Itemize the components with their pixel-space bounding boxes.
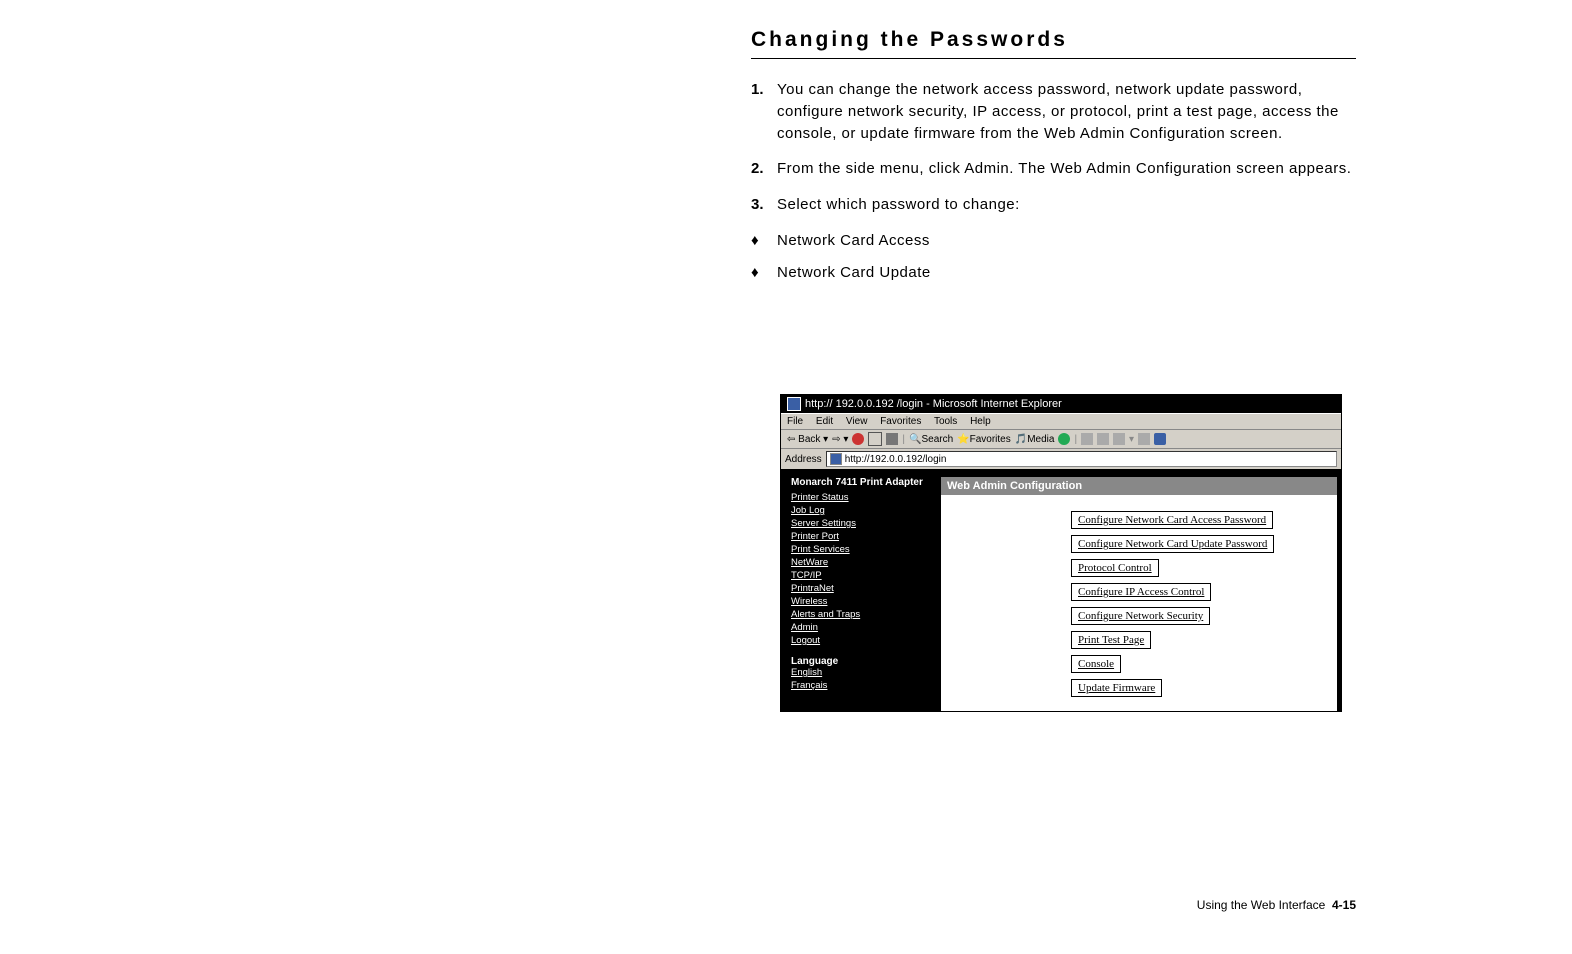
step-number: 2.: [751, 158, 777, 180]
bullet-item: ♦ Network Card Access: [751, 230, 1356, 252]
link-configure-ip-access[interactable]: Configure IP Access Control: [1071, 583, 1211, 601]
browser-menubar: File Edit View Favorites Tools Help: [781, 413, 1341, 429]
bullet-text: Network Card Update: [777, 262, 1356, 284]
search-button[interactable]: 🔍Search: [909, 434, 953, 445]
mainpane-links: Configure Network Card Access Password C…: [941, 495, 1337, 711]
step-number: 3.: [751, 194, 777, 216]
sidebar-item-netware[interactable]: NetWare: [791, 557, 931, 568]
language-english[interactable]: English: [791, 667, 931, 678]
edit-icon[interactable]: [1113, 433, 1125, 445]
sidebar-item-printranet[interactable]: PrintraNet: [791, 583, 931, 594]
step-3: 3. Select which password to change:: [751, 194, 1356, 216]
address-bar: Address http://192.0.0.192/login: [781, 448, 1341, 469]
step-text: Select which password to change:: [777, 194, 1356, 216]
history-icon[interactable]: [1058, 433, 1070, 445]
link-print-test-page[interactable]: Print Test Page: [1071, 631, 1151, 649]
section-title: Changing the Passwords: [751, 28, 1356, 59]
footer-text: Using the Web Interface: [1197, 898, 1326, 912]
discuss-icon[interactable]: [1138, 433, 1150, 445]
language-francais[interactable]: Français: [791, 680, 931, 691]
stop-icon[interactable]: [852, 433, 864, 445]
sidebar: Monarch 7411 Print Adapter Printer Statu…: [781, 469, 941, 711]
sidebar-item-print-services[interactable]: Print Services: [791, 544, 931, 555]
menu-help[interactable]: Help: [970, 416, 991, 427]
footer-page-number: 4-15: [1332, 898, 1356, 912]
menu-tools[interactable]: Tools: [934, 416, 957, 427]
sidebar-item-printer-port[interactable]: Printer Port: [791, 531, 931, 542]
bullet-text: Network Card Access: [777, 230, 1356, 252]
sidebar-header: Monarch 7411 Print Adapter: [791, 477, 931, 488]
step-text: You can change the network access passwo…: [777, 79, 1356, 144]
forward-button[interactable]: ⇨ ▾: [832, 434, 848, 445]
browser-title: http:// 192.0.0.192 /login - Microsoft I…: [805, 398, 1062, 410]
link-configure-update-password[interactable]: Configure Network Card Update Password: [1071, 535, 1274, 553]
sidebar-item-alerts-traps[interactable]: Alerts and Traps: [791, 609, 931, 620]
home-icon[interactable]: [886, 433, 898, 445]
main-pane: Web Admin Configuration Configure Networ…: [941, 477, 1337, 711]
sidebar-item-tcpip[interactable]: TCP/IP: [791, 570, 931, 581]
favorites-button[interactable]: ⭐Favorites: [957, 434, 1011, 445]
step-text: From the side menu, click Admin. The Web…: [777, 158, 1356, 180]
sidebar-item-job-log[interactable]: Job Log: [791, 505, 931, 516]
menu-favorites[interactable]: Favorites: [880, 416, 921, 427]
bullet-list: ♦ Network Card Access ♦ Network Card Upd…: [751, 230, 1356, 284]
refresh-icon[interactable]: [868, 432, 882, 446]
link-configure-network-security[interactable]: Configure Network Security: [1071, 607, 1210, 625]
bullet-symbol: ♦: [751, 230, 777, 252]
language-header: Language: [791, 656, 931, 667]
link-update-firmware[interactable]: Update Firmware: [1071, 679, 1162, 697]
browser-toolbar: ⇦ Back ▾ ⇨ ▾ | 🔍Search ⭐Favorites 🎵Media…: [781, 429, 1341, 448]
address-input[interactable]: http://192.0.0.192/login: [826, 451, 1337, 467]
print-icon[interactable]: [1097, 433, 1109, 445]
ie-icon: [787, 397, 801, 411]
media-button[interactable]: 🎵Media: [1015, 434, 1055, 445]
mainpane-title: Web Admin Configuration: [941, 477, 1337, 495]
sidebar-item-server-settings[interactable]: Server Settings: [791, 518, 931, 529]
page-body: Monarch 7411 Print Adapter Printer Statu…: [781, 469, 1341, 711]
messenger-icon[interactable]: [1154, 433, 1166, 445]
browser-titlebar: http:// 192.0.0.192 /login - Microsoft I…: [781, 395, 1341, 413]
step-1: 1. You can change the network access pas…: [751, 79, 1356, 144]
address-label: Address: [785, 454, 822, 465]
link-configure-access-password[interactable]: Configure Network Card Access Password: [1071, 511, 1273, 529]
menu-view[interactable]: View: [846, 416, 868, 427]
back-button[interactable]: ⇦ Back ▾: [787, 434, 828, 445]
browser-window: http:// 192.0.0.192 /login - Microsoft I…: [780, 394, 1342, 712]
page-footer: Using the Web Interface 4-15: [1197, 898, 1356, 912]
link-protocol-control[interactable]: Protocol Control: [1071, 559, 1159, 577]
sidebar-item-wireless[interactable]: Wireless: [791, 596, 931, 607]
address-value: http://192.0.0.192/login: [845, 454, 947, 465]
step-number: 1.: [751, 79, 777, 144]
sidebar-item-printer-status[interactable]: Printer Status: [791, 492, 931, 503]
mail-icon[interactable]: [1081, 433, 1093, 445]
step-2: 2. From the side menu, click Admin. The …: [751, 158, 1356, 180]
menu-edit[interactable]: Edit: [816, 416, 833, 427]
link-console[interactable]: Console: [1071, 655, 1121, 673]
page-icon: [830, 453, 842, 465]
sidebar-item-logout[interactable]: Logout: [791, 635, 931, 646]
bullet-item: ♦ Network Card Update: [751, 262, 1356, 284]
ordered-list: 1. You can change the network access pas…: [751, 79, 1356, 216]
menu-file[interactable]: File: [787, 416, 803, 427]
sidebar-item-admin[interactable]: Admin: [791, 622, 931, 633]
bullet-symbol: ♦: [751, 262, 777, 284]
